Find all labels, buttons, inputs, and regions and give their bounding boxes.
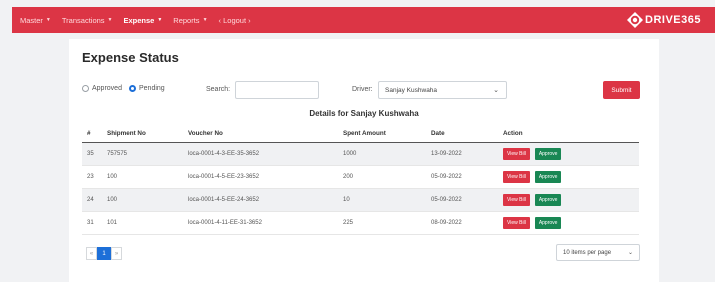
pending-radio[interactable]: Pending [129,85,165,92]
cell-date: 05-09-2022 [431,188,503,212]
approved-radio[interactable]: Approved [82,85,122,92]
cell-date: 13-09-2022 [431,142,503,166]
cell-amount: 225 [343,211,431,235]
nav-master-label: Master [20,15,43,25]
brand-name: DRIVE365 [645,14,701,26]
chevron-down-icon: ▼ [45,17,51,23]
cell-shipment: 100 [107,165,188,189]
table-row: 23 100 loca-0001-4-5-EE-23-3652 200 05-0… [82,165,639,189]
submit-button[interactable]: Submit [603,81,640,99]
page-title: Expense Status [82,50,179,65]
table-row: 24 100 loca-0001-4-5-EE-24-3652 10 05-09… [82,188,639,212]
driver-select-value: Sanjay Kushwaha [385,87,438,94]
approve-button[interactable]: Approve [534,193,562,206]
cell-action: View Bill Approve [503,211,639,235]
cell-amount: 200 [343,165,431,189]
header-action: Action [503,125,639,143]
cell-voucher: loca-0001-4-5-EE-23-3652 [188,165,343,189]
chevron-down-icon: ⌄ [493,87,499,94]
nav-expense[interactable]: Expense ▼ [123,16,162,25]
cell-date: 08-09-2022 [431,211,503,235]
cell-id: 23 [82,165,107,189]
view-bill-button[interactable]: View Bill [503,216,530,229]
view-bill-button[interactable]: View Bill [503,147,530,160]
header-voucher-no: Voucher No [188,125,343,143]
approve-button[interactable]: Approve [534,170,562,183]
chevron-down-icon: ▼ [202,17,208,23]
header-shipment-no: Shipment No [107,125,188,143]
driver-select[interactable]: Sanjay Kushwaha ⌄ [378,81,507,99]
pagination-next-button[interactable]: » [111,247,122,260]
header-spent-amount: Spent Amount [343,125,431,143]
table-header-row: # Shipment No Voucher No Spent Amount Da… [82,125,639,143]
cell-action: View Bill Approve [503,188,639,212]
chevron-down-icon: ⌄ [627,250,633,256]
filter-bar: Approved Pending Search: Driver: Sanjay … [82,81,652,101]
pending-radio-label: Pending [139,85,165,92]
view-bill-button[interactable]: View Bill [503,193,530,206]
approve-button[interactable]: Approve [534,147,562,160]
cell-shipment: 100 [107,188,188,212]
nav-reports-label: Reports [173,15,200,25]
header-id: # [82,125,107,143]
pagination-prev-button[interactable]: « [86,247,97,260]
cell-action: View Bill Approve [503,142,639,166]
approve-button[interactable]: Approve [534,216,562,229]
pagination: « 1 » [86,247,122,260]
steering-wheel-icon [627,12,644,28]
cell-id: 24 [82,188,107,212]
nav-logout[interactable]: ‹ Logout › [219,16,251,25]
nav-reports[interactable]: Reports ▼ [173,16,207,25]
cell-date: 05-09-2022 [431,165,503,189]
chevron-down-icon: ▼ [107,17,113,23]
nav-transactions-label: Transactions [61,15,105,25]
nav-master[interactable]: Master ▼ [20,16,51,25]
view-bill-button[interactable]: View Bill [503,170,530,183]
top-navbar: Master ▼ Transactions ▼ Expense ▼ Report… [12,7,715,33]
search-label: Search: [206,86,231,93]
items-per-page-value: 10 items per page [563,250,612,256]
chevron-down-icon: ▼ [157,17,163,23]
cell-amount: 1000 [343,142,431,166]
cell-amount: 10 [343,188,431,212]
table-row: 35 757575 loca-0001-4-3-EE-35-3652 1000 … [82,142,639,166]
nav-transactions[interactable]: Transactions ▼ [62,16,113,25]
header-date: Date [431,125,503,143]
nav-logout-label: ‹ Logout › [218,15,251,25]
driver-label: Driver: [352,86,373,93]
expense-table: # Shipment No Voucher No Spent Amount Da… [82,125,639,235]
radio-unchecked-icon [82,85,89,92]
expense-status-card: Expense Status Approved Pending Search: … [69,39,659,282]
brand-logo[interactable]: DRIVE365 [627,11,701,29]
cell-id: 31 [82,211,107,235]
search-input[interactable] [235,81,319,99]
radio-checked-icon [129,85,136,92]
cell-action: View Bill Approve [503,165,639,189]
cell-shipment: 101 [107,211,188,235]
cell-voucher: loca-0001-4-5-EE-24-3652 [188,188,343,212]
cell-voucher: loca-0001-4-11-EE-31-3652 [188,211,343,235]
approved-radio-label: Approved [92,85,122,92]
cell-voucher: loca-0001-4-3-EE-35-3652 [188,142,343,166]
items-per-page-select[interactable]: 10 items per page ⌄ [556,244,640,261]
nav-expense-label: Expense [123,15,155,25]
cell-shipment: 757575 [107,142,188,166]
table-row: 31 101 loca-0001-4-11-EE-31-3652 225 08-… [82,211,639,235]
details-title: Details for Sanjay Kushwaha [309,109,419,118]
cell-id: 35 [82,142,107,166]
pagination-page-button[interactable]: 1 [97,247,111,260]
